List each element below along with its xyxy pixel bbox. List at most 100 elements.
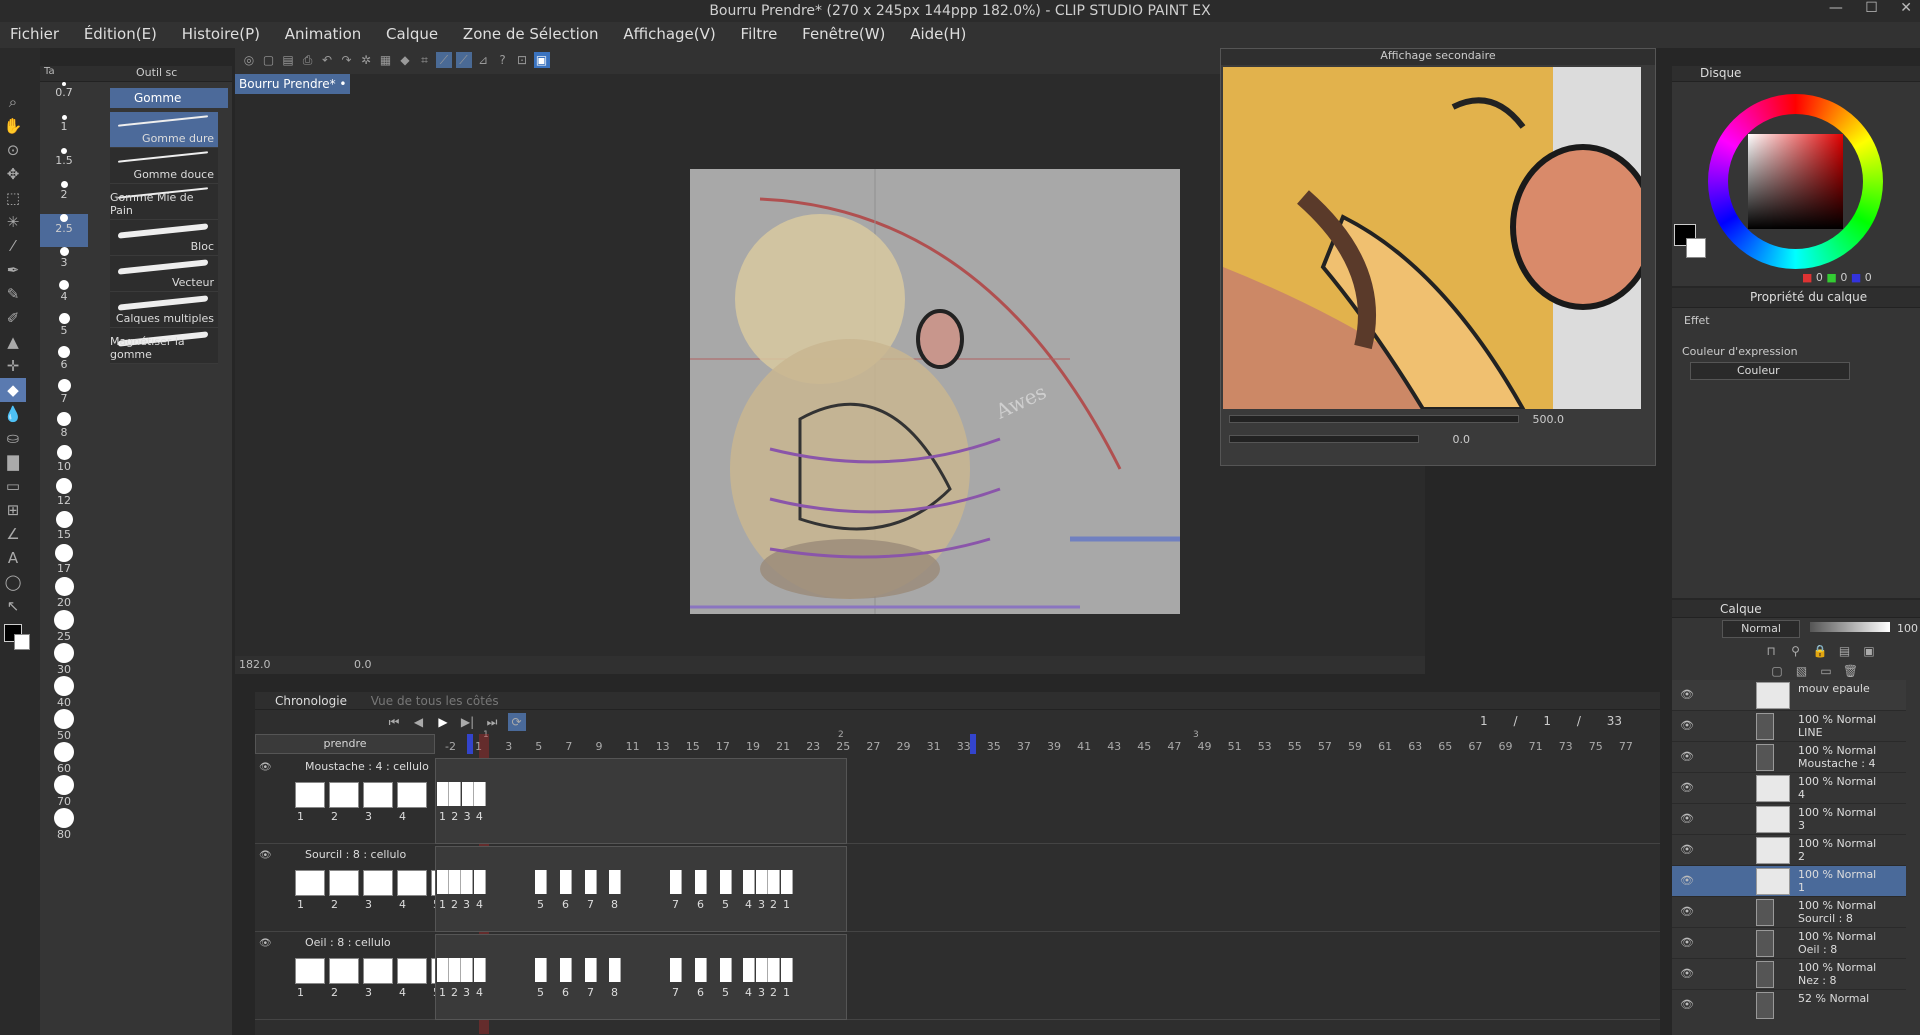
mask-icon[interactable]: ▣ [1860,642,1878,660]
brush-size-option[interactable]: 17 [40,544,88,577]
visibility-eye-icon[interactable]: 👁 [1680,719,1694,732]
move-tool-icon[interactable]: ✥ [0,162,26,186]
visibility-eye-icon[interactable]: 👁 [1680,781,1694,794]
exposure-frame[interactable] [695,870,707,894]
brush-size-option[interactable]: 40 [40,676,88,709]
first-frame-icon[interactable]: ⏮ [385,713,403,731]
layer-tab[interactable]: Calque [1672,600,1920,618]
companion-icon[interactable]: ▣ [533,52,550,68]
brush-size-option[interactable]: 20 [40,577,88,610]
exposure-frame[interactable] [437,870,449,894]
document-tab[interactable]: Bourru Prendre* • [235,74,350,94]
exposure-frame[interactable] [473,782,486,806]
brush-size-tab[interactable]: Ta [40,66,92,82]
color-wheel-tab[interactable]: Disque [1672,66,1920,82]
exposure-frame[interactable] [768,958,780,982]
menu-aide[interactable]: Aide(H) [900,22,976,43]
track-name[interactable]: Sourcil : 8 : cellulo [305,848,406,861]
clip-icon[interactable]: ⊓ [1762,642,1780,660]
exposure-frame[interactable] [449,958,461,982]
save-icon[interactable]: ⎙ [300,52,316,68]
expression-color-select[interactable]: Couleur [1690,362,1850,380]
correct-line-icon[interactable]: ↖ [0,594,26,618]
sub-color-swatch[interactable] [14,634,30,650]
cel-thumbnail[interactable] [363,958,393,984]
sub-view-zoom-value[interactable]: 500.0 [1533,413,1565,426]
new-folder-icon[interactable]: ▭ [1817,662,1835,680]
exposure-frame[interactable] [461,870,473,894]
exposure-frame[interactable] [560,958,572,982]
layer-row[interactable]: 👁 100 % Normal 3 [1672,804,1906,835]
canvas[interactable]: Awes [690,169,1180,614]
select-all-icon[interactable]: ▦ [378,52,394,68]
brush-size-option[interactable]: 3 [40,247,88,280]
exposure-frame[interactable] [756,870,768,894]
undo-icon[interactable]: ↶ [319,52,335,68]
brush-size-option[interactable]: 50 [40,709,88,742]
cel-thumbnail[interactable] [329,870,359,896]
exposure-frame[interactable] [781,958,793,982]
menu-fichier[interactable]: Fichier [0,22,69,43]
select-tool-icon[interactable]: ⬚ [0,186,26,210]
exposure-frame[interactable] [535,958,547,982]
track-visibility-icon[interactable]: 👁 [259,762,272,773]
home-icon[interactable]: ◎ [241,52,257,68]
track-name[interactable]: Oeil : 8 : cellulo [305,936,391,949]
brush-preset[interactable]: Vecteur [110,256,218,292]
canvas-zoom-value[interactable]: 182.0 [239,658,271,671]
bucket-icon[interactable]: ⛀ [0,426,26,450]
brush-size-option[interactable]: 30 [40,643,88,676]
exposure-frame[interactable] [781,870,793,894]
exposure-frame[interactable] [535,870,547,894]
ref-layer-icon[interactable]: ⚲ [1787,642,1805,660]
all-sides-tab[interactable]: Vue de tous les côtés [371,694,499,708]
visibility-eye-icon[interactable]: 👁 [1680,812,1694,825]
exposure-frame[interactable] [437,782,449,806]
magic-wand-icon[interactable]: ✳ [0,210,26,234]
exposure-frame[interactable] [461,958,473,982]
layer-row[interactable]: 👁 100 % Normal 2 [1672,835,1906,866]
exposure-frame[interactable] [670,958,682,982]
menu-animation[interactable]: Animation [275,22,371,43]
account-icon[interactable]: ⊡ [514,52,530,68]
opacity-slider[interactable] [1809,622,1890,632]
snap-ruler-icon[interactable]: ⟋ [436,52,452,68]
cel-thumbnail[interactable] [329,782,359,808]
exposure-frame[interactable] [756,958,768,982]
menu-affichage[interactable]: Affichage(V) [613,22,725,43]
range-start[interactable] [467,734,473,754]
tool-settings-tab[interactable]: Outil sc [92,66,232,82]
gradient-icon[interactable]: ▇ [0,450,26,474]
menu-selection[interactable]: Zone de Sélection [453,22,609,43]
balloon-icon[interactable]: ◯ [0,570,26,594]
cel-thumbnail[interactable] [295,870,325,896]
visibility-eye-icon[interactable]: 👁 [1680,998,1694,1011]
eraser-icon[interactable]: ◆ [0,378,26,402]
timeline-track[interactable]: 👁Oeil : 8 : cellulo12345123456787654321 [255,934,1660,1020]
window-controls[interactable]: — ☐ ✕ [1829,0,1912,16]
new-raster-icon[interactable]: ▢ [1768,662,1786,680]
menu-histoire[interactable]: Histoire(P) [172,22,270,43]
lock-alpha-icon[interactable]: ▤ [1836,642,1854,660]
brush-size-option[interactable]: 15 [40,511,88,544]
timeline-tab[interactable]: Chronologie [275,694,347,708]
ruler-icon[interactable]: ∠ [0,522,26,546]
exposure-frame[interactable] [585,870,597,894]
exposure-frame[interactable] [474,870,486,894]
brush-size-option[interactable]: 5 [40,313,88,346]
cel-thumbnail[interactable] [363,782,393,808]
exposure-frame[interactable] [670,870,682,894]
hand-tool-icon[interactable]: ✋ [0,114,26,138]
cel-thumbnail[interactable] [397,870,427,896]
range-end[interactable] [970,734,976,754]
track-visibility-icon[interactable]: 👁 [259,938,272,949]
last-frame-icon[interactable]: ⏭ [483,713,501,731]
zoom-tool-icon[interactable]: ⌕ [0,90,26,114]
sub-view-rotation-slider[interactable] [1229,435,1419,443]
deselect-icon[interactable]: ✲ [358,52,374,68]
exposure-frame[interactable] [720,870,732,894]
grid-icon[interactable]: ⊿ [475,52,491,68]
brush-size-option[interactable]: 25 [40,610,88,643]
brush-size-option[interactable]: 7 [40,379,88,412]
visibility-eye-icon[interactable]: 👁 [1680,688,1694,701]
